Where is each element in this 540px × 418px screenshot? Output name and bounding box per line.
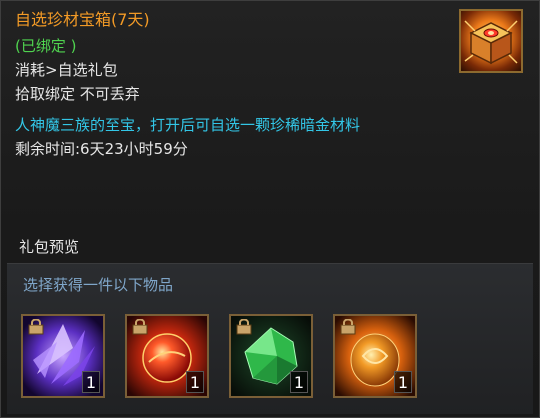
item-count: 1	[186, 371, 204, 393]
reward-slot-4[interactable]: 1	[333, 314, 417, 398]
item-description: 人神魔三族的至宝，打开后可自选一颗珍稀暗金材料	[15, 116, 361, 134]
consume-info: 消耗>自选礼包	[15, 61, 118, 79]
lock-icon	[28, 319, 44, 335]
bound-status: (已绑定 )	[15, 37, 77, 55]
item-tooltip: 自选珍材宝箱(7天) (已绑定 ) 消耗>自选礼包 拾取绑定 不可丢弃 人神魔三…	[0, 0, 540, 418]
lock-icon	[132, 319, 148, 335]
reward-slot-3[interactable]: 1	[229, 314, 313, 398]
pickup-rule: 拾取绑定 不可丢弃	[15, 85, 140, 103]
lock-icon	[236, 319, 252, 335]
reward-subtitle: 选择获得一件以下物品	[23, 276, 174, 294]
reward-slot-2[interactable]: 1	[125, 314, 209, 398]
item-count: 1	[290, 371, 308, 393]
reward-slot-1[interactable]: 1	[21, 314, 105, 398]
item-name: 自选珍材宝箱(7天)	[15, 10, 150, 29]
preview-title: 礼包预览	[19, 238, 80, 256]
remaining-time: 剩余时间:6天23小时59分	[15, 140, 188, 158]
treasure-chest-icon	[459, 9, 523, 73]
item-count: 1	[394, 371, 412, 393]
lock-icon	[340, 319, 356, 335]
reward-panel: 选择获得一件以下物品 1 1 1 1	[7, 263, 533, 414]
item-count: 1	[82, 371, 100, 393]
